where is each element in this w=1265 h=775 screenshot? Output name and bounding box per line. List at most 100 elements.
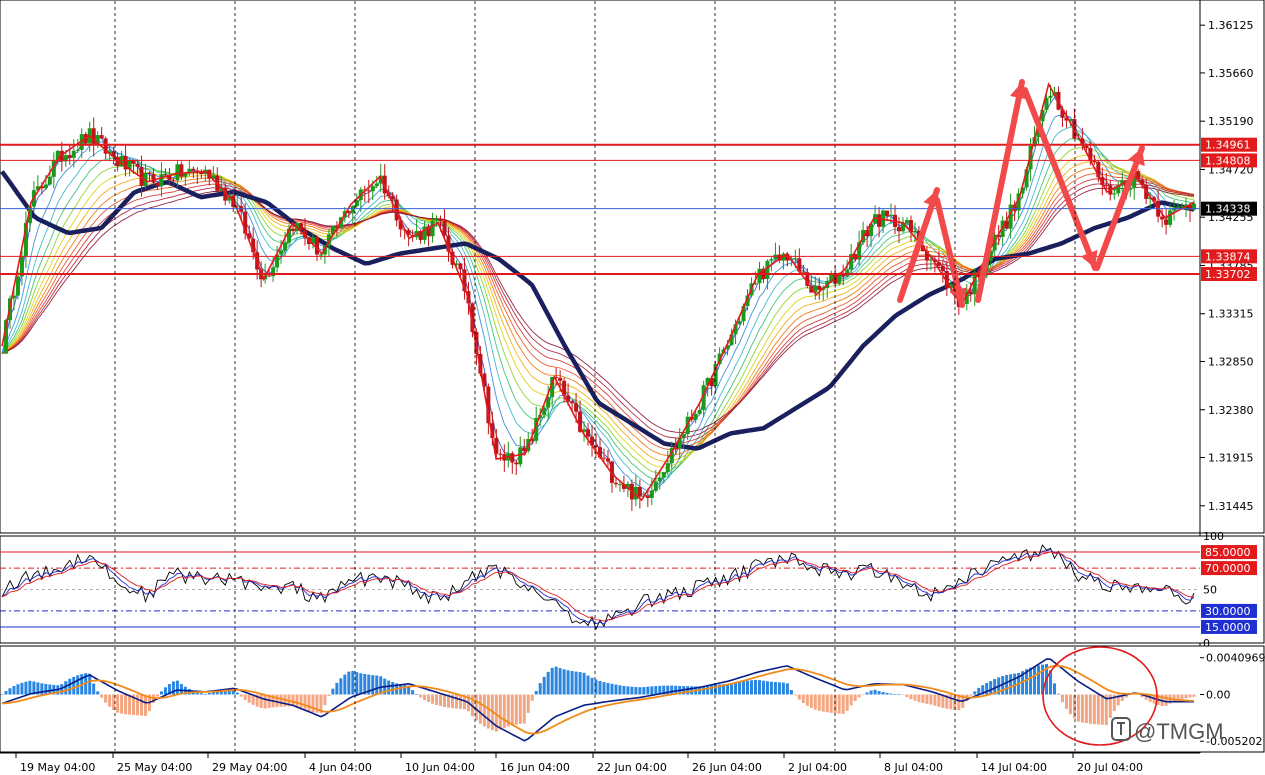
time-tick-label: 14 Jul 04:00 [981, 761, 1047, 774]
candle-body [613, 482, 618, 485]
macd-histogram-bar [738, 681, 742, 695]
macd-histogram-bar [849, 694, 853, 706]
candle-body [514, 462, 519, 465]
time-tick-label: 8 Jul 04:00 [884, 761, 943, 774]
macd-histogram-bar [857, 694, 861, 698]
macd-histogram-bar [375, 675, 379, 695]
macd-histogram-bar [973, 691, 977, 695]
macd-histogram-bar [921, 694, 925, 704]
macd-histogram-bar [897, 694, 901, 696]
macd-histogram-bar [1172, 694, 1176, 702]
candle-body [1048, 95, 1053, 98]
macd-histogram-bar [124, 694, 128, 715]
candle-body [458, 263, 463, 270]
candle-body [47, 176, 52, 185]
macd-histogram-bar [610, 683, 614, 695]
macd-histogram-bar [734, 682, 738, 695]
oscillator-level-tag-label: 30.0000 [1205, 605, 1251, 618]
macd-histogram-bar [359, 673, 363, 695]
macd-histogram-bar [706, 685, 710, 695]
macd-histogram-bar [646, 686, 650, 695]
macd-histogram-bar [650, 686, 654, 695]
candle-body [697, 409, 702, 414]
time-tick-label: 16 Jun 04:00 [500, 761, 570, 774]
macd-histogram-bar [889, 693, 893, 695]
macd-histogram-bar [243, 694, 247, 701]
macd-histogram-bar [710, 684, 714, 695]
macd-histogram-bar [574, 671, 578, 695]
macd-histogram-bar [72, 676, 76, 695]
macd-tick-label: 0.0040969 [1206, 652, 1265, 665]
candle-body [940, 265, 945, 272]
macd-histogram-bar [355, 672, 359, 695]
macd-histogram-bar [399, 684, 403, 695]
macd-histogram-bar [582, 672, 586, 695]
oscillator-panel[interactable]: 10050085.000070.000030.000015.0000 [0, 530, 1265, 650]
oscillator-level-tag-label: 70.0000 [1205, 562, 1251, 575]
macd-histogram-bar [371, 675, 375, 695]
forex-chart[interactable]: 1.361251.356601.351901.347201.342551.337… [0, 0, 1265, 775]
macd-histogram-bar [769, 681, 773, 695]
macd-histogram-bar [789, 690, 793, 695]
macd-histogram-bar [1009, 674, 1013, 695]
price-level-tag-label: 1.34808 [1205, 154, 1251, 167]
candle-body [1176, 206, 1181, 208]
macd-histogram-bar [128, 694, 132, 715]
macd-histogram-bar [606, 683, 610, 695]
candle-body [661, 472, 666, 478]
macd-histogram-bar [20, 682, 24, 695]
candle-body [422, 226, 427, 240]
macd-histogram-bar [869, 690, 873, 695]
macd-histogram-bar [933, 694, 937, 706]
macd-histogram-bar [443, 694, 447, 707]
macd-histogram-bar [602, 682, 606, 695]
macd-histogram-bar [562, 669, 566, 695]
macd-histogram-bar [925, 694, 929, 704]
macd-histogram-bar [1029, 667, 1033, 695]
macd-histogram-bar [303, 694, 307, 711]
price-tick-label: 1.32380 [1208, 404, 1254, 417]
macd-histogram-bar [885, 692, 889, 695]
macd-histogram-bar [1072, 694, 1076, 719]
macd-histogram-bar [917, 694, 921, 702]
macd-histogram-bar [419, 694, 423, 698]
macd-histogram-bar [1084, 694, 1088, 724]
macd-histogram-bar [522, 694, 526, 724]
candle-body [43, 184, 48, 189]
macd-histogram-bar [12, 686, 16, 695]
macd-histogram-bar [247, 694, 251, 703]
macd-histogram-bar [96, 691, 100, 695]
candle-body [649, 490, 654, 498]
candle-body [912, 230, 917, 233]
macd-histogram-bar [514, 694, 518, 725]
watermark-text: @TMGM [1134, 719, 1224, 744]
time-tick-label: 20 Jul 04:00 [1077, 761, 1143, 774]
macd-histogram-bar [853, 694, 857, 702]
macd-histogram-bar [837, 694, 841, 714]
macd-histogram-bar [893, 694, 897, 695]
macd-histogram-bar [969, 694, 973, 696]
macd-histogram-bar [175, 680, 179, 695]
candle-body [171, 180, 176, 182]
macd-histogram-bar [327, 694, 331, 696]
macd-histogram-bar [116, 694, 120, 713]
candle-body [1092, 160, 1097, 162]
candle-body [968, 291, 973, 295]
macd-histogram-bar [263, 694, 267, 709]
macd-histogram-bar [1092, 694, 1096, 725]
candle-body [558, 377, 563, 381]
candle-body [1084, 145, 1089, 148]
macd-histogram-bar [909, 694, 913, 700]
macd-histogram-bar [339, 678, 343, 695]
macd-histogram-bar [1037, 665, 1041, 695]
macd-histogram-bar [8, 688, 12, 695]
macd-histogram-bar [793, 694, 797, 696]
macd-histogram-bar [546, 671, 550, 695]
macd-histogram-bar [809, 694, 813, 708]
macd-histogram-bar [1056, 693, 1060, 695]
macd-histogram-bar [905, 694, 909, 698]
time-tick-label: 25 May 04:00 [117, 761, 192, 774]
candle-body [737, 321, 742, 325]
macd-histogram-bar [1180, 694, 1184, 700]
macd-histogram-bar [155, 694, 159, 697]
